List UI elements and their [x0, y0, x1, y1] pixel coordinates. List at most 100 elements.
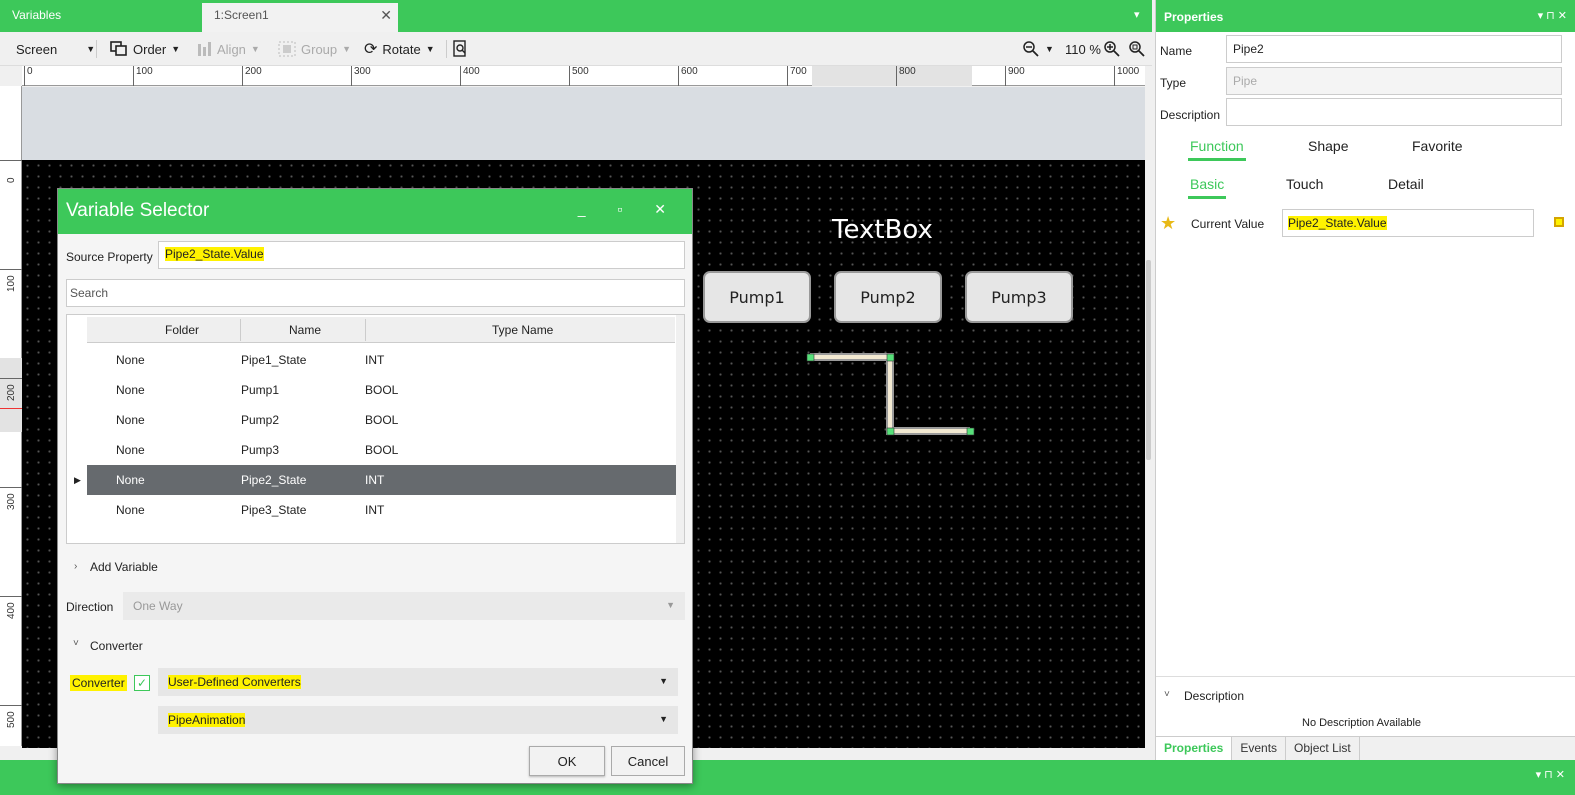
rotate-label: Rotate	[382, 41, 421, 57]
tab-variables[interactable]: Variables	[0, 0, 200, 32]
align-button[interactable]: Align ▼	[196, 39, 260, 59]
column-separator[interactable]	[365, 319, 366, 341]
table-row[interactable]: None Pump2 BOOL	[87, 405, 677, 435]
direction-select: One Way ▼	[123, 592, 685, 620]
no-description-text: No Description Available	[1302, 717, 1422, 729]
selection-handle[interactable]	[966, 427, 975, 436]
source-property-value: Pipe2_State.Value	[165, 247, 264, 261]
zoom-level: 110 %	[1065, 41, 1101, 57]
rotate-button[interactable]: ⟳ Rotate ▼	[364, 39, 435, 59]
add-variable-link[interactable]: Add Variable	[90, 560, 158, 574]
preview-button[interactable]	[452, 39, 468, 59]
close-icon[interactable]: ✕	[380, 7, 392, 24]
chevron-down-icon[interactable]: ▼	[1045, 44, 1054, 54]
tab-object-list[interactable]: Object List	[1286, 737, 1360, 760]
tab-detail[interactable]: Detail	[1388, 176, 1424, 192]
chevron-down-icon[interactable]: ˅	[73, 638, 79, 649]
column-separator[interactable]	[240, 319, 241, 341]
column-type-name[interactable]: Type Name	[492, 323, 553, 337]
pump1-button[interactable]: Pump1	[703, 271, 811, 323]
converter-name-select[interactable]: PipeAnimation ▼	[158, 706, 678, 734]
ruler-tick: 500	[569, 66, 589, 86]
tab-events[interactable]: Events	[1232, 737, 1287, 760]
align-label: Align	[217, 41, 246, 57]
order-label: Order	[133, 41, 167, 57]
group-button[interactable]: Group ▼	[278, 39, 351, 59]
source-property-label: Source Property	[66, 250, 153, 264]
pipe2-shape[interactable]	[800, 345, 985, 440]
tab-favorite[interactable]: Favorite	[1412, 138, 1463, 154]
selection-handle[interactable]	[886, 427, 895, 436]
column-folder[interactable]: Folder	[165, 323, 199, 337]
chevron-down-icon: ▼	[425, 44, 435, 54]
tab-function[interactable]: Function	[1188, 138, 1246, 161]
selection-handle[interactable]	[886, 353, 895, 362]
variable-selector-dialog: Variable Selector _ ▫ ✕ Source Property …	[57, 188, 693, 784]
row-pointer-icon: ▶	[74, 475, 81, 485]
zoom-out-icon	[1023, 41, 1039, 57]
order-button[interactable]: Order ▼	[110, 39, 180, 59]
tab-screen1[interactable]: 1:Screen1 ✕	[202, 3, 398, 32]
pump3-button[interactable]: Pump3	[965, 271, 1073, 323]
chevron-right-icon[interactable]: ›	[74, 561, 77, 572]
ok-button[interactable]: OK	[529, 746, 605, 776]
tab-screen1-label: 1:Screen1	[214, 8, 269, 22]
chevron-down-icon: ▼	[250, 44, 260, 54]
cancel-button[interactable]: Cancel	[611, 746, 685, 776]
direction-value: One Way	[133, 599, 183, 613]
grid-scrollbar[interactable]	[676, 315, 684, 543]
converter-checkbox[interactable]: ✓	[134, 675, 150, 691]
table-row[interactable]: None Pipe1_State INT	[87, 345, 677, 375]
tab-touch[interactable]: Touch	[1286, 176, 1323, 192]
tab-properties[interactable]: Properties	[1156, 737, 1233, 760]
ruler-tick: 100	[0, 269, 22, 292]
toolbar: Screen ▼ Order ▼ Align ▼ Group ▼ ⟳ Rotate ▼ ▼…	[0, 32, 1152, 66]
table-row-selected[interactable]: None Pipe2_State INT	[87, 465, 677, 495]
dialog-title: Variable Selector	[66, 200, 210, 221]
zoom-fit-button[interactable]	[1128, 39, 1146, 59]
description-section: ˅ Description No Description Available	[1156, 676, 1575, 736]
name-label: Name	[1160, 44, 1193, 58]
zoom-out-button[interactable]: ▼	[1022, 39, 1054, 59]
converter-type-select[interactable]: User-Defined Converters ▼	[158, 668, 678, 696]
table-row[interactable]: None Pump1 BOOL	[87, 375, 677, 405]
search-input[interactable]: Search	[66, 279, 685, 307]
tab-shape[interactable]: Shape	[1308, 138, 1348, 154]
current-value-field[interactable]: Pipe2_State.Value	[1282, 209, 1534, 237]
chevron-down-icon: ▼	[86, 44, 96, 54]
group-icon	[278, 41, 296, 57]
table-row[interactable]: None Pump3 BOOL	[87, 435, 677, 465]
chevron-down-icon[interactable]: ˅	[1164, 689, 1170, 700]
name-field[interactable]: Pipe2	[1226, 35, 1562, 63]
zoom-in-button[interactable]	[1103, 39, 1121, 59]
scrollbar-thumb[interactable]	[1146, 260, 1151, 460]
ruler-tick: 0	[24, 66, 33, 86]
description-field[interactable]	[1226, 98, 1562, 126]
dialog-header: Variable Selector _ ▫ ✕	[58, 189, 692, 234]
source-property-field[interactable]: Pipe2_State.Value	[158, 241, 685, 269]
star-icon[interactable]: ★	[1160, 213, 1176, 234]
ruler-tick: 400	[460, 66, 480, 86]
horizontal-ruler: 0 100 200 300 400 500 600 700 800 900 10…	[22, 66, 1145, 86]
binding-indicator-icon[interactable]	[1554, 217, 1564, 227]
divider	[446, 40, 447, 58]
vertical-ruler: 0 100 200 300 400 500	[0, 86, 22, 746]
table-row[interactable]: None Pipe3_State INT	[87, 495, 677, 525]
window-controls-icon[interactable]: _ ▫ ✕	[578, 201, 680, 218]
properties-title: Properties	[1164, 10, 1224, 24]
ruler-tick: 500	[0, 705, 22, 728]
direction-label: Direction	[66, 600, 114, 614]
ruler-tick: 400	[0, 596, 22, 619]
screen-dropdown[interactable]: Screen ▼	[16, 39, 95, 59]
selection-handle[interactable]	[806, 353, 815, 362]
panel-controls-icon[interactable]: ▾ ⊓ ✕	[1538, 9, 1567, 22]
chevron-down-icon: ▼	[171, 44, 181, 54]
chevron-down-icon: ▼	[342, 44, 352, 54]
ruler-tick: 1000	[1114, 66, 1139, 86]
tab-menu-icon[interactable]: ▾	[1134, 8, 1140, 21]
pump2-button[interactable]: Pump2	[834, 271, 942, 323]
column-name[interactable]: Name	[289, 323, 321, 337]
canvas-textbox[interactable]: TextBox	[832, 215, 933, 245]
tab-basic[interactable]: Basic	[1187, 176, 1227, 199]
panel-controls-icon[interactable]: ▾ ⊓ ✕	[1536, 768, 1565, 781]
